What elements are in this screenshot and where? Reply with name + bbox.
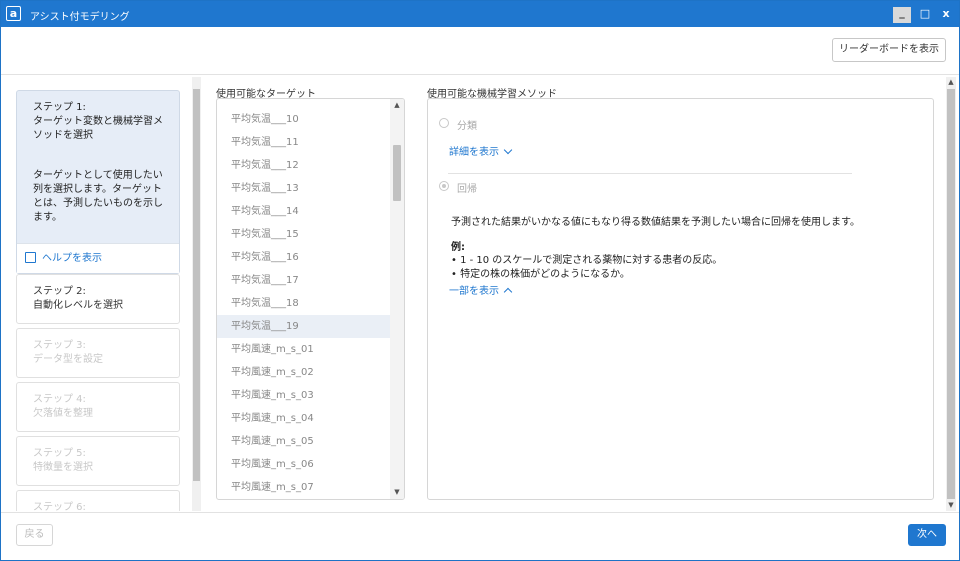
show-details-link[interactable]: 詳細を表示 [449, 143, 513, 158]
scroll-down-icon[interactable]: ▼ [393, 488, 401, 496]
chevron-down-icon [503, 145, 513, 155]
main-scrollbar[interactable]: ▲ ▼ [946, 77, 956, 511]
help-link-label: ヘルプを表示 [42, 253, 102, 264]
show-leaderboard-button[interactable]: リーダーボードを表示 [832, 38, 946, 62]
step-list: ステップ 1: ターゲット変数と機械学習メソッドを選択 ターゲットとして使用した… [16, 90, 180, 511]
target-list-item[interactable]: 平均気温___10 [217, 108, 390, 131]
main-scroll-thumb[interactable] [947, 89, 955, 499]
step-3-card: ステップ 3: データ型を設定 [16, 328, 180, 378]
minimize-button[interactable]: _ [893, 7, 911, 23]
scroll-down-icon[interactable]: ▼ [947, 501, 955, 509]
target-list-item[interactable]: 平均気温___14 [217, 200, 390, 223]
next-button[interactable]: 次へ [908, 524, 946, 546]
step-4-name: 欠落値を整理 [33, 408, 93, 419]
target-list-item[interactable]: 平均気温___16 [217, 246, 390, 269]
target-list-item[interactable]: 平均風速_m_s_07 [217, 476, 390, 499]
target-list-scrollbar[interactable]: ▲ ▼ [390, 99, 404, 499]
step-3-title: ステップ 3: [33, 340, 86, 351]
chevron-up-icon [503, 287, 513, 297]
target-list-item[interactable]: 平均風速_m_s_02 [217, 361, 390, 384]
step-1-description: ターゲットとして使用したい列を選択します。ターゲットとは、予測したいものを示しま… [33, 170, 163, 223]
show-less-link[interactable]: 一部を表示 [449, 282, 513, 297]
target-list-item[interactable]: 平均風速_m_s_06 [217, 453, 390, 476]
close-button[interactable]: x [937, 5, 955, 23]
scroll-up-icon[interactable]: ▲ [947, 78, 955, 86]
window-title: アシスト付モデリング [30, 12, 130, 23]
footer-divider [1, 512, 959, 513]
title-bar: a アシスト付モデリング _ □ x [1, 1, 959, 27]
step-4-title: ステップ 4: [33, 394, 86, 405]
regression-label: 回帰 [457, 184, 477, 195]
example-item: • 特定の株の株価がどのようになるか。 [451, 269, 630, 280]
step-2-name: 自動化レベルを選択 [33, 300, 123, 311]
classification-label: 分類 [457, 121, 477, 132]
step-2-title: ステップ 2: [33, 286, 86, 297]
target-list-item[interactable]: 平均風速_m_s_04 [217, 407, 390, 430]
maximize-button[interactable]: □ [916, 5, 934, 23]
step-3-name: データ型を設定 [33, 354, 103, 365]
target-list-item[interactable]: 平均気温___18 [217, 292, 390, 315]
step-1-card[interactable]: ステップ 1: ターゲット変数と機械学習メソッドを選択 ターゲットとして使用した… [16, 90, 180, 274]
show-less-label: 一部を表示 [449, 286, 499, 297]
target-list-item[interactable]: 平均気温___15 [217, 223, 390, 246]
target-list-item[interactable]: 平均風速_m_s_01 [217, 338, 390, 361]
step-1-title: ステップ 1: [33, 102, 86, 113]
step-4-card: ステップ 4: 欠落値を整理 [16, 382, 180, 432]
step-5-name: 特徴量を選択 [33, 462, 93, 473]
classification-radio[interactable] [439, 118, 449, 128]
step-6-card: ステップ 6: [16, 490, 180, 511]
step-2-card[interactable]: ステップ 2: 自動化レベルを選択 [16, 274, 180, 324]
method-panel: 分類 詳細を表示 回帰 予測された結果がいかなる値にもなり得る数値結果を予測した… [427, 98, 934, 500]
example-item: • 1 - 10 のスケールで測定される薬物に対する患者の反応。 [451, 255, 723, 266]
target-list: 平均気温___10 平均気温___11 平均気温___12 平均気温___13 平均気温… [216, 98, 405, 500]
method-divider [448, 173, 852, 174]
step-5-title: ステップ 5: [33, 448, 86, 459]
target-list-item[interactable]: 平均風速_m_s_05 [217, 430, 390, 453]
back-button[interactable]: 戻る [16, 524, 53, 546]
target-list-item[interactable]: 平均気温___13 [217, 177, 390, 200]
help-link[interactable]: ヘルプを表示 [17, 243, 179, 273]
step-6-title: ステップ 6: [33, 502, 86, 511]
target-list-item[interactable]: 平均気温___12 [217, 154, 390, 177]
step-5-card: ステップ 5: 特徴量を選択 [16, 436, 180, 486]
assisted-modeling-window: a アシスト付モデリング _ □ x リーダーボードを表示 ステップ 1: ター… [0, 0, 960, 561]
regression-radio[interactable] [439, 181, 449, 191]
target-list-item[interactable]: 平均風速_m_s_03 [217, 384, 390, 407]
target-list-item[interactable]: 平均気温___17 [217, 269, 390, 292]
regression-description: 予測された結果がいかなる値にもなり得る数値結果を予測したい場合に回帰を使用します… [451, 217, 860, 228]
show-details-label: 詳細を表示 [449, 147, 499, 158]
steps-scroll-thumb[interactable] [193, 89, 200, 481]
external-link-icon [25, 252, 36, 263]
scroll-up-icon[interactable]: ▲ [393, 101, 401, 109]
target-list-item[interactable]: 平均気温___11 [217, 131, 390, 154]
target-list-item[interactable]: 平均気温___19 [217, 315, 390, 338]
header-divider [1, 74, 959, 75]
app-icon: a [6, 6, 21, 21]
step-1-name: ターゲット変数と機械学習メソッドを選択 [33, 116, 163, 141]
target-list-scroll-thumb[interactable] [393, 145, 401, 201]
steps-scrollbar[interactable] [192, 77, 201, 511]
